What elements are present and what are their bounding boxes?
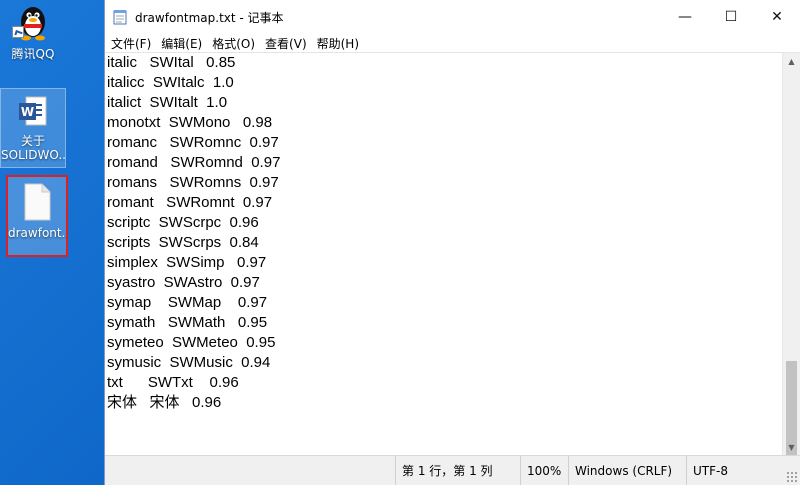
- menu-format[interactable]: 格式(O): [208, 35, 259, 52]
- text-line: italicc SWItalc 1.0: [107, 74, 234, 91]
- maximize-button[interactable]: ☐: [708, 0, 754, 34]
- text-line: monotxt SWMono 0.98: [107, 114, 273, 131]
- svg-text:W: W: [21, 105, 34, 119]
- text-line: symap SWMap 0.97: [107, 294, 268, 311]
- desktop-icon-label-line1: 关于: [20, 134, 45, 148]
- maximize-icon: ☐: [724, 9, 738, 25]
- minimize-icon: —: [678, 9, 692, 25]
- text-line: simplex SWSimp 0.97: [107, 254, 267, 271]
- scroll-up-arrow-icon[interactable]: ▲: [783, 53, 800, 70]
- text-line: italict SWItalt 1.0: [107, 94, 228, 111]
- text-line: romans SWRomns 0.97: [107, 174, 279, 191]
- title-bar[interactable]: drawfontmap.txt - 记事本 — ☐ ✕: [105, 0, 800, 34]
- text-line: symusic SWMusic 0.94: [107, 354, 271, 371]
- menu-view[interactable]: 查看(V): [261, 35, 311, 52]
- status-line-ending: Windows (CRLF): [568, 456, 686, 485]
- text-line: symeteo SWMeteo 0.95: [107, 334, 276, 351]
- menu-help[interactable]: 帮助(H): [313, 35, 363, 52]
- text-line: syastro SWAstro 0.97: [107, 274, 260, 291]
- text-line: romant SWRomnt 0.97: [107, 194, 273, 211]
- status-cursor-position: 第 1 行，第 1 列: [395, 456, 520, 485]
- notepad-icon: [113, 10, 127, 25]
- status-spacer: [105, 456, 395, 485]
- menu-edit[interactable]: 编辑(E): [157, 35, 206, 52]
- desktop-icon-label: 腾讯QQ: [11, 47, 55, 61]
- text-line: romanc SWRomnc 0.97: [107, 134, 279, 151]
- status-encoding: UTF-8: [686, 456, 786, 485]
- shortcut-arrow-icon: [12, 26, 24, 38]
- desktop-icon-label: drawfont...: [8, 226, 66, 240]
- window-title: drawfontmap.txt - 记事本: [135, 10, 284, 25]
- text-file-icon: [24, 183, 51, 221]
- desktop-icon-label-line2: SOLIDWO...: [1, 148, 65, 162]
- editor-text-area[interactable]: italic SWItal 0.85 italicc SWItalc 1.0 i…: [107, 53, 782, 456]
- text-line: txt SWTxt 0.96: [107, 374, 239, 391]
- notepad-window: drawfontmap.txt - 记事本 — ☐ ✕ 文件(F) 编辑(E) …: [104, 0, 800, 485]
- desktop-icon-drawfontmap[interactable]: drawfont...: [6, 175, 68, 257]
- text-line: scripts SWScrps 0.84: [107, 234, 259, 251]
- status-bar: 第 1 行，第 1 列 100% Windows (CRLF) UTF-8: [105, 455, 800, 485]
- minimize-button[interactable]: —: [662, 0, 708, 34]
- desktop-icon-qq[interactable]: 腾讯QQ: [0, 0, 66, 61]
- text-line: scriptc SWScrpc 0.96: [107, 214, 259, 231]
- desktop-icon-word-doc[interactable]: W 关于 SOLIDWO...: [0, 88, 66, 168]
- menu-bar: 文件(F) 编辑(E) 格式(O) 查看(V) 帮助(H): [105, 34, 800, 52]
- close-button[interactable]: ✕: [754, 0, 800, 34]
- close-icon: ✕: [771, 9, 783, 25]
- text-line: italic SWItal 0.85: [107, 54, 236, 71]
- status-zoom: 100%: [520, 456, 568, 485]
- text-line: romand SWRomnd 0.97: [107, 154, 281, 171]
- scroll-down-arrow-icon[interactable]: ▼: [783, 439, 800, 456]
- text-editor[interactable]: italic SWItal 0.85 italicc SWItalc 1.0 i…: [105, 52, 800, 481]
- menu-file[interactable]: 文件(F): [107, 35, 155, 52]
- text-line: symath SWMath 0.95: [107, 314, 268, 331]
- resize-grip-icon[interactable]: [786, 470, 798, 483]
- word-document-icon: W: [19, 96, 47, 126]
- vertical-scrollbar[interactable]: ▲ ▼: [782, 53, 800, 481]
- text-line: 宋体 宋体 0.96: [107, 394, 222, 411]
